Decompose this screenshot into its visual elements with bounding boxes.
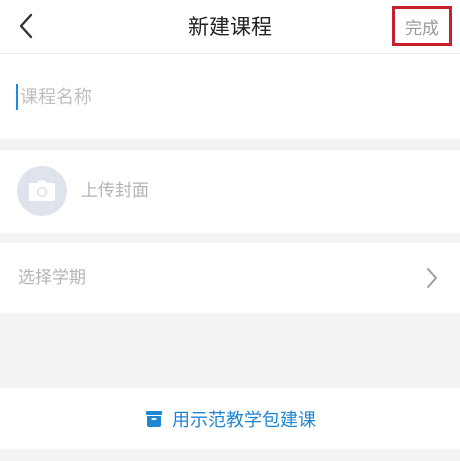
template-course-label: 用示范教学包建课 xyxy=(172,409,316,431)
select-semester-row[interactable]: 选择学期 xyxy=(0,243,460,313)
upload-cover-label: 上传封面 xyxy=(81,181,149,201)
upload-cover-row[interactable]: 上传封面 xyxy=(0,150,460,233)
page-title: 新建课程 xyxy=(188,15,272,39)
course-name-row xyxy=(0,54,460,139)
select-semester-label: 选择学期 xyxy=(18,268,86,288)
done-button[interactable]: 完成 xyxy=(392,6,452,46)
new-course-page: 新建课程 完成 上传封面 选择学期 用示范教学包建课 xyxy=(0,0,460,461)
cover-placeholder xyxy=(17,166,67,216)
package-icon xyxy=(144,409,164,429)
camera-icon xyxy=(29,180,55,201)
template-course-link[interactable]: 用示范教学包建课 xyxy=(0,388,460,449)
header-bar: 新建课程 完成 xyxy=(0,0,460,54)
chevron-right-icon xyxy=(427,268,437,288)
course-name-input[interactable] xyxy=(18,82,438,112)
